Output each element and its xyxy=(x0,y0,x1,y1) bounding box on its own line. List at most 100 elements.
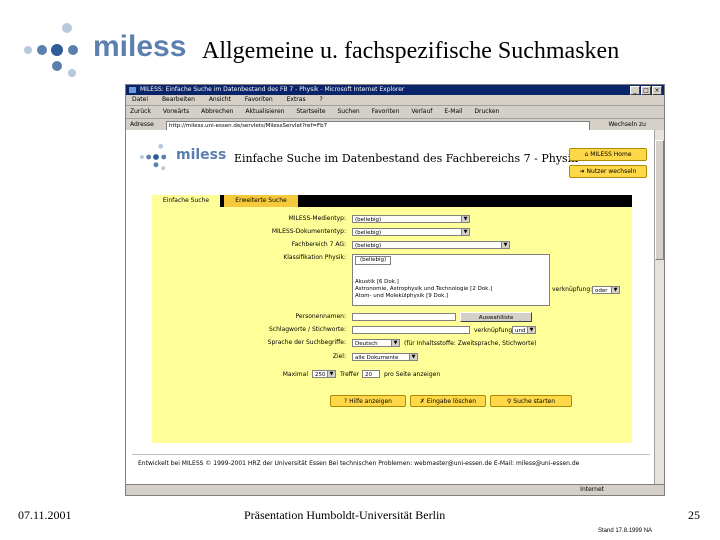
personen-label: Personennamen: xyxy=(295,313,347,320)
personen-input[interactable] xyxy=(352,313,456,321)
chevron-down-icon: ▼ xyxy=(461,216,469,222)
sprache-label: Sprache der Suchbegriffe: xyxy=(267,339,346,346)
list-item[interactable]: Akustik [6 Dok.] xyxy=(355,279,547,286)
list-item[interactable]: Atom- und Molekülphysik [9 Dok.] xyxy=(355,293,547,300)
miless-logo-small-icon xyxy=(139,143,167,171)
fachbereich-value: (beliebig) xyxy=(355,243,382,249)
menu-favoriten[interactable]: Favoriten xyxy=(245,96,273,103)
switch-user-label: Nutzer wechseln xyxy=(586,168,637,175)
window-controls: _ □ × xyxy=(629,86,662,96)
switch-user-button[interactable]: ➜ Nutzer wechseln xyxy=(569,165,647,178)
address-label: Adresse xyxy=(130,121,154,128)
klassifikation-label: Klassifikation Physik: xyxy=(283,254,346,261)
browser-window: MILESS: Einfache Suche im Datenbestand d… xyxy=(125,84,665,496)
search-submit-button[interactable]: ⚲ Suche starten xyxy=(490,395,572,407)
menu-datei[interactable]: Datei xyxy=(132,96,148,103)
menu-extras[interactable]: Extras xyxy=(287,96,306,103)
slide-stand: Stand 17.8.1999 NA xyxy=(598,528,653,534)
search-form: MILESS-Medientyp: (beliebig) ▼ MILESS-Dok… xyxy=(152,207,632,443)
dokumenttyp-label: MILESS-Dokumententyp: xyxy=(271,228,346,235)
clear-icon: ✗ xyxy=(419,398,427,405)
page-heading: Einfache Suche im Datenbestand des Fachb… xyxy=(234,152,578,165)
menu-bearbeiten[interactable]: Bearbeiten xyxy=(162,96,195,103)
schlagworte-input[interactable] xyxy=(352,326,470,334)
maximal-value: 250 xyxy=(315,372,326,378)
page-logo-wordmark: miless xyxy=(176,147,227,163)
list-item[interactable] xyxy=(355,265,547,272)
stop-button[interactable]: Abbrechen xyxy=(201,108,233,115)
tab-simple-search[interactable]: Einfache Suche xyxy=(152,195,220,207)
favorites-button[interactable]: Favoriten xyxy=(372,108,400,115)
minimize-icon[interactable]: _ xyxy=(630,86,640,95)
mail-button[interactable]: E-Mail xyxy=(444,108,462,115)
verknuepfung2-value: und xyxy=(515,328,526,334)
ie-icon xyxy=(129,87,136,93)
sprache-select[interactable]: Deutsch ▼ xyxy=(352,339,400,347)
auswahlliste-button[interactable]: Auswahlliste xyxy=(460,312,532,322)
dokumenttyp-value: (beliebig) xyxy=(355,230,382,236)
verknuepfung-value: oder xyxy=(595,288,608,294)
back-button[interactable]: Zurück xyxy=(130,108,151,115)
list-item[interactable]: (beliebig) xyxy=(355,256,392,265)
maximize-icon[interactable]: □ xyxy=(641,86,651,95)
menu-bar: Datei Bearbeiten Ansicht Favoriten Extra… xyxy=(126,95,664,106)
slide-title: Allgemeine u. fachspezifische Suchmasken xyxy=(202,38,620,64)
miless-home-label: MILESS Home xyxy=(590,151,632,158)
treffer-value: 20 xyxy=(365,372,372,378)
medientyp-label: MILESS-Medientyp: xyxy=(288,215,346,222)
close-icon[interactable]: × xyxy=(652,86,662,95)
fachbereich-select[interactable]: (beliebig) ▼ xyxy=(352,241,510,249)
print-button[interactable]: Drucken xyxy=(474,108,499,115)
chevron-down-icon: ▼ xyxy=(527,327,535,333)
slide-date: 07.11.2001 xyxy=(18,508,72,522)
verknuepfung2-label: verknüpfung: xyxy=(474,327,515,334)
list-item[interactable]: Astronomie, Astrophysik und Technologie … xyxy=(355,286,547,293)
schlagworte-label: Schlagworte / Stichworte: xyxy=(268,326,346,333)
chevron-down-icon: ▼ xyxy=(461,229,469,235)
maximal-select[interactable]: 250 ▼ xyxy=(312,370,336,378)
tab-advanced-search[interactable]: Erweiterte Suche xyxy=(224,195,298,207)
refresh-button[interactable]: Aktualisieren xyxy=(245,108,284,115)
history-button[interactable]: Verlauf xyxy=(411,108,432,115)
footer-divider xyxy=(132,454,650,455)
fachbereich-label: Fachbereich 7 AG: xyxy=(291,241,346,248)
scrollbar-thumb[interactable] xyxy=(655,140,664,260)
list-item[interactable] xyxy=(355,272,547,279)
miless-logo-icon xyxy=(24,23,78,77)
medientyp-select[interactable]: (beliebig) ▼ xyxy=(352,215,470,223)
chevron-down-icon: ▼ xyxy=(501,242,509,248)
page-content: miless Einfache Suche im Datenbestand de… xyxy=(126,130,656,486)
search-button[interactable]: Suchen xyxy=(337,108,359,115)
status-bar: Internet xyxy=(126,484,664,495)
chevron-down-icon: ▼ xyxy=(611,287,619,293)
chevron-down-icon: ▼ xyxy=(409,354,417,360)
treffer-label: Treffer xyxy=(340,371,360,378)
browser-toolbar: Zurück Vorwärts Abbrechen Aktualisieren … xyxy=(126,106,664,119)
menu-help[interactable]: ? xyxy=(320,96,323,103)
forward-button[interactable]: Vorwärts xyxy=(163,108,189,115)
verknuepfung-label: verknüpfung: xyxy=(552,286,593,293)
chevron-down-icon: ▼ xyxy=(327,371,335,377)
page-footer: Entwickelt bei MILESS © 1999-2001 HRZ de… xyxy=(138,460,580,467)
verknuepfung-select[interactable]: oder ▼ xyxy=(592,286,620,294)
chevron-down-icon: ▼ xyxy=(391,340,399,346)
dokumenttyp-select[interactable]: (beliebig) ▼ xyxy=(352,228,470,236)
help-button[interactable]: ? Hilfe anzeigen xyxy=(330,395,406,407)
treffer-select[interactable]: 20 xyxy=(362,370,380,378)
window-title: MILESS: Einfache Suche im Datenbestand d… xyxy=(140,86,405,93)
miless-home-button[interactable]: ⌂ MILESS Home xyxy=(569,148,647,161)
maximal-label: Maximal xyxy=(282,371,308,378)
ziel-select[interactable]: alle Dokumente ▼ xyxy=(352,353,418,361)
clear-button[interactable]: ✗ Eingabe löschen xyxy=(410,395,486,407)
home-button[interactable]: Startseite xyxy=(296,108,325,115)
klassifikation-listbox[interactable]: (beliebig) Akustik [6 Dok.] Astronomie, … xyxy=(352,254,550,306)
verknuepfung2-select[interactable]: und ▼ xyxy=(512,326,536,334)
status-zone: Internet xyxy=(580,486,604,493)
menu-ansicht[interactable]: Ansicht xyxy=(209,96,231,103)
slide-page-number: 25 xyxy=(688,508,700,522)
window-titlebar: MILESS: Einfache Suche im Datenbestand d… xyxy=(126,85,664,95)
ziel-label: Ziel: xyxy=(332,353,346,360)
vertical-scrollbar[interactable] xyxy=(654,130,664,486)
sprache-hint: (für Inhaltsstoffe: Zweitsprache, Stichw… xyxy=(404,340,537,347)
medientyp-value: (beliebig) xyxy=(355,217,382,223)
